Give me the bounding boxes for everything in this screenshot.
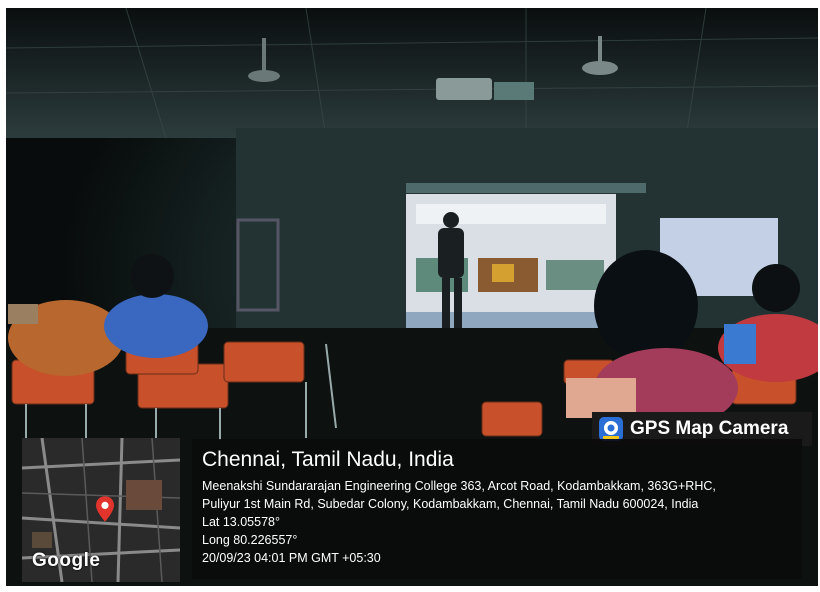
lecture-hall-scene [6,8,818,586]
projection-screen [406,194,616,332]
lecture-hall-photo: GPS Map Camera Google Chennai, Tamil Nad… [6,8,818,586]
